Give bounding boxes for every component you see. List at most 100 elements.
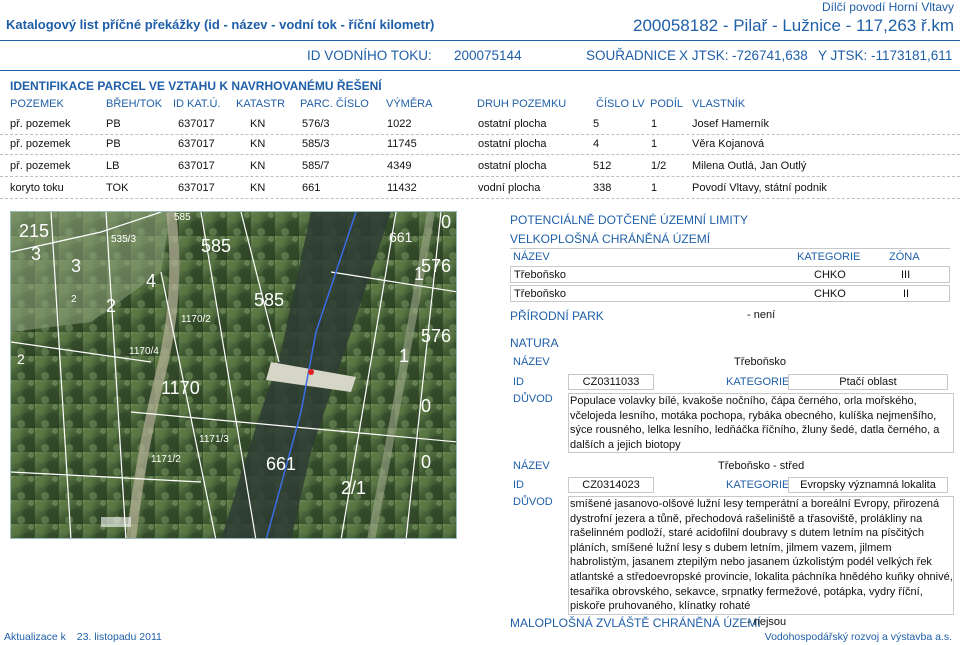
parcel-number-label: 576 [421,326,451,346]
cadastre: KN [250,138,266,150]
col-cislo-lv: ČÍSLO LV [596,98,645,110]
owner: Povodí Vltavy, státní podnik [692,182,827,194]
land-type: ostatní plocha [478,138,547,150]
share: 1 [651,118,658,130]
parcel-section-heading: IDENTIFIKACE PARCEL VE VZTAHU K NAVRHOVA… [10,79,382,93]
parcel-number-label: 0 [421,396,431,416]
natura-id: CZ0311033 [568,374,654,390]
col-breh-tok: BŘEH/TOK [106,98,163,110]
vcho-zone: III [901,269,911,281]
natura-reason: Populace volavky bílé, kvakoše nočního, … [568,393,954,454]
parcel-number-label: 3 [31,244,41,264]
vcho-row: Třeboňsko CHKO II [510,285,950,302]
parcel-number-label: 2 [71,294,77,305]
obstacle-point [308,369,314,375]
owner: Věra Kojanová [692,138,765,150]
park-value: - není [747,309,776,321]
bank-side: PB [106,118,121,130]
natura-category: Ptačí oblast [788,374,948,390]
owner: Milena Outlá, Jan Outlý [692,160,807,172]
col-vlastnik: VLASTNÍK [692,98,746,110]
parcel-number-label: 661 [266,454,296,474]
cadastre-id: 637017 [178,160,215,172]
parcel-number-label: 1170/4 [129,346,159,357]
parcel-number-label: 661 [389,229,413,245]
stream-id-value: 200075144 [454,48,522,63]
stream-id-label: ID VODNÍHO TOKU: [307,48,432,63]
parcel-number: 576/3 [302,118,330,130]
map-scale-block [101,517,131,527]
natura-category: Evropsky významná lokalita [788,477,948,493]
parcel-number-label: 0 [421,452,431,472]
parcel-number-label: 535/3 [111,234,136,245]
natura-name: Třeboňsko - střed [718,460,805,472]
natura-id-label: ID [513,479,524,491]
parcel-number-label: 1171/3 [199,434,229,445]
parcel-type: př. pozemek [10,118,71,130]
parcel-number: 585/7 [302,160,330,172]
natura-name-label: NÁZEV [513,460,550,472]
natura-name-label: NÁZEV [513,356,550,368]
natura-reason-label: DŮVOD [513,393,553,405]
vcho-zone: II [903,288,910,300]
parcel-row: př. pozemek LB 637017 KN 585/7 4349 ostatní pl… [0,157,960,177]
col-pozemek: POZEMEK [10,98,64,110]
update-info: Aktualizace k 23. listopadu 2011 [4,631,162,643]
col-katastr: KATASTR [236,98,286,110]
lv-number: 512 [593,160,612,172]
x-jtsk-label: X JTSK: [679,48,729,63]
y-jtsk-value: -1173181,611 [871,48,953,63]
parcel-number-label: 1 [399,346,409,366]
parcel-number-label: 2/1 [341,478,366,498]
area: 1022 [387,118,412,130]
natura-title: NATURA [510,336,559,350]
region-label: Dílčí povodí Horní Vltavy [821,0,954,14]
bank-side: TOK [106,182,129,194]
parcel-number-label: 0 [441,212,451,232]
update-date: 23. listopadu 2011 [76,631,162,643]
cadastre: KN [250,182,266,194]
vcho-title: VELKOPLOŠNÁ CHRÁNĚNÁ ÚZEMÍ [510,232,711,246]
limits-title: POTENCIÁLNĚ DOTČENÉ ÚZEMNÍ LIMITY [510,213,749,227]
share: 1 [651,138,658,150]
vcho-name: Třeboňsko [514,288,566,300]
land-type: ostatní plocha [478,118,547,130]
vcho-header-frame [510,248,950,266]
vcho-category: CHKO [814,288,846,300]
organization-name: Vodohospodářský rozvoj a výstavba a.s. [764,631,952,643]
area: 11432 [387,182,417,194]
parcel-type: koryto toku [10,182,64,194]
update-label: Aktualizace k [4,631,66,643]
parcel-number-label: 585 [201,236,231,256]
orthophoto-map[interactable]: 215 3 585 535/3 585 585 576 661 1170 1170/2 1170/4… [10,211,457,539]
map-canvas: 215 3 585 535/3 585 585 576 661 1170 1170/2 1170/4… [11,212,456,538]
mzchu-value: - nejsou [747,616,787,628]
share: 1/2 [651,160,667,172]
col-podil: PODÍL [650,98,684,110]
col-druh: DRUH POZEMKU [477,98,567,110]
stream-divider [0,70,960,71]
area: 4349 [387,160,412,172]
lv-number: 338 [593,182,612,194]
parcel-number-label: 215 [19,221,49,241]
y-jtsk-label: Y JTSK: [818,48,868,63]
parcel-number-label: 585 [254,290,284,310]
parcel-number-label: 585 [174,212,191,223]
vcho-category: CHKO [814,269,846,281]
vcho-name: Třeboňsko [514,269,566,281]
parcel-row: koryto toku TOK 637017 KN 661 11432 vodní ploc… [0,179,960,199]
parcel-type: př. pozemek [10,138,71,150]
bank-side: PB [106,138,121,150]
land-type: vodní plocha [478,182,541,194]
col-parc-cislo: PARC. ČÍSLO [300,98,369,110]
natura-reason: smíšené jasanovo-olšové lužní lesy tempe… [568,496,954,615]
bank-side: LB [106,160,120,172]
cadastre-id: 637017 [178,118,215,130]
header-divider [0,40,960,41]
owner: Josef Hamerník [692,118,770,130]
cadastre: KN [250,160,266,172]
natura-category-label: KATEGORIE [726,376,790,388]
parcel-row: př. pozemek PB 637017 KN 576/3 1022 ostatní pl… [0,115,960,135]
natura-id-label: ID [513,376,524,388]
parcel-type: př. pozemek [10,160,71,172]
